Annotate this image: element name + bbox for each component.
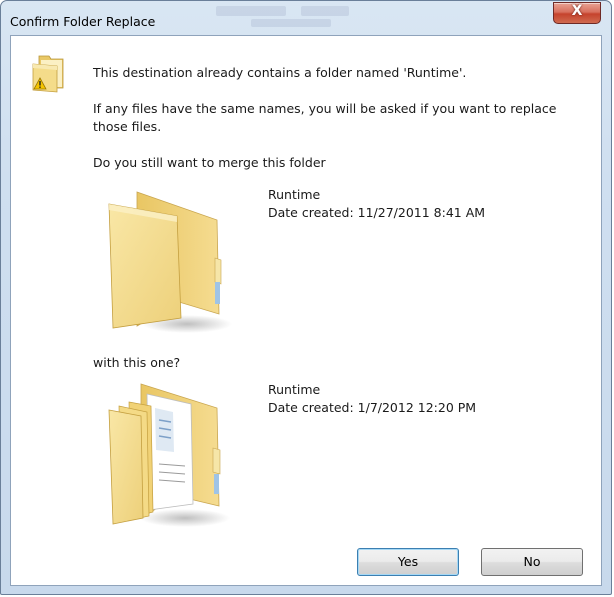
new-folder-date: Date created: 1/7/2012 12:20 PM <box>268 400 477 415</box>
close-button[interactable]: X <box>553 2 601 24</box>
title-bar[interactable]: Confirm Folder Replace X <box>1 1 611 35</box>
warning-folder-icon <box>32 55 64 93</box>
yes-button[interactable]: Yes <box>357 548 459 576</box>
existing-folder-date: Date created: 11/27/2011 8:41 AM <box>268 205 486 220</box>
message-line-1: This destination already contains a fold… <box>93 65 467 80</box>
no-button[interactable]: No <box>481 548 583 576</box>
dialog-content: This destination already contains a fold… <box>10 35 602 586</box>
message-line-2: If any files have the same names, you wi… <box>93 101 557 134</box>
window-title: Confirm Folder Replace <box>10 14 156 29</box>
background-ghost-text <box>301 6 349 16</box>
new-folder-name: Runtime <box>268 382 321 397</box>
message-line-3: Do you still want to merge this folder <box>93 155 326 170</box>
existing-folder-name: Runtime <box>268 187 321 202</box>
background-ghost-text <box>251 19 331 27</box>
folder-with-documents-icon[interactable] <box>107 380 237 530</box>
folder-icon[interactable] <box>107 186 237 336</box>
message-line-4: with this one? <box>93 355 181 370</box>
dialog-window: Confirm Folder Replace X This destinatio… <box>0 0 612 595</box>
close-icon[interactable]: X <box>554 3 600 19</box>
background-ghost-text <box>216 6 286 16</box>
